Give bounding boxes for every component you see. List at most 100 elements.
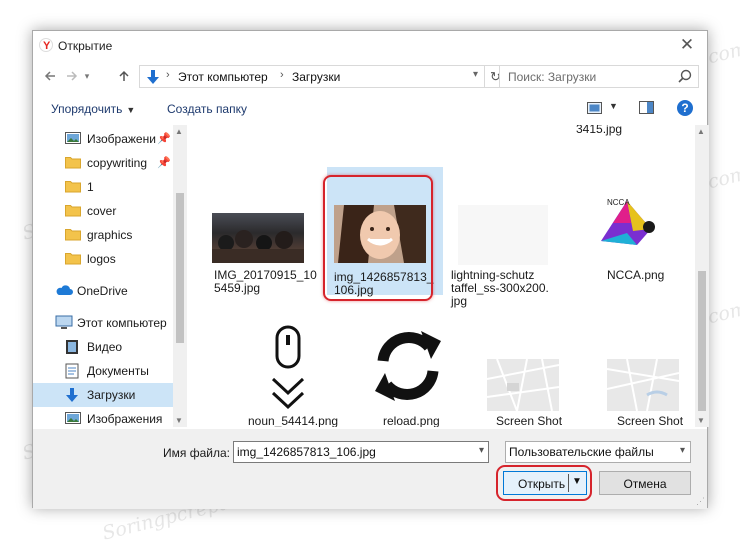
- file-item[interactable]: noun_54414.png: [207, 321, 338, 427]
- sidebar-item-pictures-pinned[interactable]: Изображени 📌: [33, 127, 173, 151]
- file-name: IMG_20170915_10 5459.jpg: [214, 268, 317, 295]
- sidebar-item-cover[interactable]: cover: [33, 199, 173, 223]
- sidebar-item-downloads[interactable]: Загрузки: [33, 383, 173, 407]
- sidebar-item-label: graphics: [87, 228, 133, 242]
- sidebar-item-documents[interactable]: Документы: [33, 359, 173, 383]
- documents-icon: [65, 363, 79, 379]
- cancel-button-label: Отмена: [623, 477, 667, 491]
- file-item[interactable]: Screen Shot 2017-09-11 at 16.39.41.png: [567, 321, 683, 427]
- file-name: reload.png: [383, 414, 440, 428]
- address-dropdown-icon[interactable]: ▾: [473, 69, 478, 80]
- logo-thumbnail: NCCA: [583, 179, 669, 265]
- view-dropdown-icon[interactable]: ▼: [609, 101, 618, 111]
- sidebar-item-graphics[interactable]: graphics: [33, 223, 173, 247]
- sidebar-item-label: copywriting: [87, 156, 148, 170]
- file-list-scrollbar[interactable]: ▲ ▼: [695, 125, 709, 427]
- folder-icon: [65, 229, 81, 241]
- scroll-up-icon[interactable]: ▲: [175, 127, 183, 136]
- highlight-ring: [323, 175, 433, 301]
- help-icon[interactable]: ?: [677, 100, 693, 116]
- sidebar-item-label: OneDrive: [77, 284, 128, 298]
- pin-icon: 📌: [157, 133, 171, 145]
- reload-thumbnail: [363, 321, 453, 411]
- recent-locations-icon[interactable]: ▾: [81, 65, 93, 87]
- sidebar-item-label: Изображени: [87, 132, 156, 146]
- file-item[interactable]: lightning-schutz taffel_ss-300x200. jpg: [447, 165, 563, 308]
- scroll-down-icon[interactable]: ▼: [175, 416, 183, 425]
- folder-icon: [65, 205, 81, 217]
- chevron-down-icon: ▼: [126, 105, 136, 115]
- image-thumbnail: [458, 205, 548, 265]
- up-icon[interactable]: [115, 65, 133, 87]
- breadcrumb-separator: ›: [280, 69, 284, 81]
- map-thumbnail: [607, 359, 679, 411]
- organize-label: Упорядочить: [51, 102, 123, 116]
- file-item[interactable]: Screen Shot 2017-09-11 at 16.39.07.png: [447, 321, 563, 427]
- resize-grip-icon[interactable]: ⋰: [696, 496, 705, 507]
- forward-icon[interactable]: [63, 65, 81, 87]
- title-bar: Y Открытие ✕: [33, 31, 707, 61]
- sidebar-item-label: logos: [87, 252, 116, 266]
- photo-thumbnail: [212, 213, 304, 263]
- downloads-icon: [147, 70, 159, 84]
- file-name: Screen Shot 2017-09-11 at 16.39.07.png: [496, 414, 563, 428]
- organize-button[interactable]: Упорядочить ▼: [51, 102, 135, 116]
- scroll-up-icon[interactable]: ▲: [697, 127, 705, 136]
- breadcrumb-this-pc[interactable]: Этот компьютер: [178, 70, 268, 84]
- file-list: 3415.jpg IMG_20170915_10 5459.jpg img_14…: [191, 125, 709, 427]
- pictures-icon: [65, 132, 81, 144]
- svg-text:NCCA: NCCA: [607, 198, 630, 207]
- breadcrumb-separator: ›: [166, 69, 170, 81]
- cancel-button[interactable]: Отмена: [599, 471, 691, 495]
- cloud-icon: [56, 285, 73, 295]
- file-name: 3415.jpg: [576, 125, 623, 136]
- sidebar-item-label: 1: [87, 180, 94, 194]
- scrollbar-thumb[interactable]: [698, 271, 706, 411]
- open-file-dialog: Y Открытие ✕ ▾ › Этот компьютер › Загруз…: [32, 30, 709, 509]
- address-bar[interactable]: › Этот компьютер › Загрузки ▾: [139, 65, 485, 88]
- file-item[interactable]: IMG_20170915_10 5459.jpg: [207, 165, 323, 295]
- sidebar-item-video[interactable]: Видео: [33, 335, 173, 359]
- sidebar-item-label: Документы: [87, 364, 149, 378]
- file-type-select[interactable]: Пользовательские файлы ▾: [505, 441, 691, 463]
- sidebar-item-label: cover: [87, 204, 117, 218]
- file-item[interactable]: reload.png: [327, 321, 453, 428]
- back-icon[interactable]: [41, 65, 59, 87]
- sidebar-item-folder-1[interactable]: 1: [33, 175, 173, 199]
- folder-icon: [65, 253, 81, 265]
- navigation-pane: Изображени 📌 copywriting 📌 1 cover graph…: [33, 125, 189, 427]
- chevron-down-icon[interactable]: ▾: [479, 445, 484, 456]
- sidebar-scrollbar[interactable]: ▲ ▼: [173, 125, 187, 427]
- sidebar-item-pictures[interactable]: Изображения: [33, 407, 173, 427]
- command-bar: Упорядочить ▼ Создать папку ▼ ?: [33, 94, 707, 124]
- breadcrumb-downloads[interactable]: Загрузки: [292, 70, 340, 84]
- pictures-icon: [65, 412, 81, 424]
- filename-value[interactable]: img_1426857813_106.jpg: [237, 445, 376, 459]
- new-folder-button[interactable]: Создать папку: [167, 102, 247, 116]
- chevron-down-icon: ▾: [679, 445, 685, 456]
- search-input[interactable]: Поиск: Загрузки: [508, 70, 596, 84]
- icon-thumbnail: [243, 321, 333, 411]
- filename-input[interactable]: img_1426857813_106.jpg ▾: [233, 441, 489, 463]
- file-type-value: Пользовательские файлы: [509, 445, 654, 459]
- map-thumbnail: [487, 359, 559, 411]
- sidebar-item-label: Видео: [87, 340, 123, 354]
- sidebar-item-logos[interactable]: logos: [33, 247, 173, 271]
- file-item[interactable]: [363, 125, 479, 126]
- sidebar-item-onedrive[interactable]: OneDrive: [33, 279, 173, 303]
- file-name: lightning-schutz taffel_ss-300x200. jpg: [451, 268, 549, 308]
- file-name: noun_54414.png: [248, 414, 339, 428]
- navigation-bar: ▾ › Этот компьютер › Загрузки ▾ ↻ Поиск:…: [33, 62, 707, 90]
- scrollbar-thumb[interactable]: [176, 193, 184, 343]
- sidebar-item-copywriting[interactable]: copywriting 📌: [33, 151, 173, 175]
- view-mode-icon[interactable]: [587, 101, 603, 118]
- search-box[interactable]: Поиск: Загрузки: [499, 65, 699, 88]
- preview-pane-icon[interactable]: [639, 101, 655, 118]
- highlight-ring: [496, 465, 592, 501]
- sidebar-item-label: Загрузки: [87, 388, 136, 402]
- close-button[interactable]: ✕: [675, 34, 699, 56]
- sidebar-item-this-pc[interactable]: Этот компьютер: [33, 311, 173, 335]
- scroll-down-icon[interactable]: ▼: [697, 416, 705, 425]
- file-item[interactable]: NCCA NCCA.png: [567, 165, 683, 295]
- downloads-icon: [66, 388, 78, 402]
